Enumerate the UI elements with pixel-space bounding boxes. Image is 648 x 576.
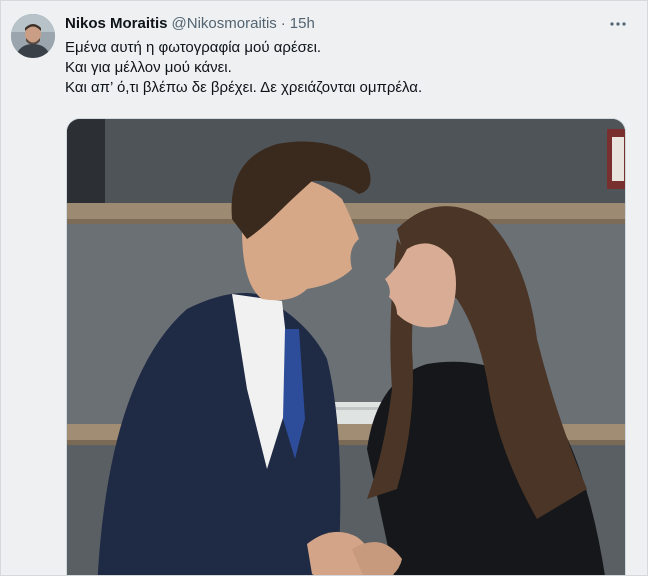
tweet-text-line-1: Εμένα αυτή η φωτογραφία μού αρέσει. — [65, 39, 322, 56]
author-avatar[interactable] — [11, 14, 55, 58]
more-horizontal-icon — [610, 22, 626, 26]
author-name[interactable]: Nikos Moraitis — [65, 15, 168, 32]
tweet-timestamp[interactable]: 15h — [290, 15, 315, 32]
tweet-text-line-2: Και για μέλλον μού κάνει. — [65, 59, 232, 76]
separator-dot: · — [280, 15, 286, 32]
tweet-text: Εμένα αυτή η φωτογραφία μού αρέσει. Και … — [65, 38, 422, 98]
more-options-button[interactable] — [607, 13, 629, 35]
tweet-card[interactable]: Nikos Moraitis @Nikosmoraitis · 15h Εμέν… — [0, 0, 648, 576]
tweet-text-line-3: Και απ’ ό,τι βλέπω δε βρέχει. Δε χρειάζο… — [65, 79, 423, 96]
author-handle[interactable]: @Nikosmoraitis — [172, 15, 277, 32]
tweet-header: Nikos Moraitis @Nikosmoraitis · 15h — [65, 15, 315, 35]
tweet-photo[interactable] — [66, 118, 626, 575]
